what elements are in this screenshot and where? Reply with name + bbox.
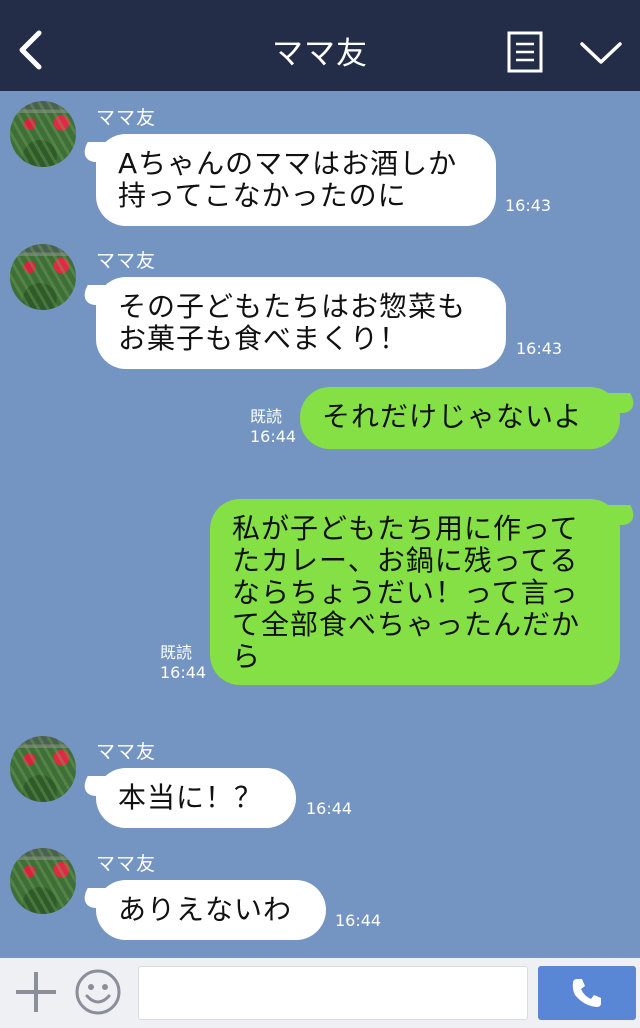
- message-line: て全部食べちゃったんだか: [232, 608, 581, 641]
- sender-name: ママ友: [96, 853, 157, 875]
- message-time: 16:44: [250, 427, 297, 446]
- message-bubble[interactable]: 本当に！？: [96, 768, 296, 828]
- read-label: 既読: [250, 407, 283, 426]
- message-time: 16:43: [516, 339, 563, 358]
- message-time: 16:44: [335, 911, 382, 930]
- chat-title: ママ友: [272, 36, 368, 72]
- read-receipt: 既読 16:44: [250, 407, 296, 447]
- input-bar: [0, 958, 640, 1028]
- message-line: ら: [232, 640, 262, 673]
- message-bubble[interactable]: 私が子どもたち用に作って それだけじゃないよ: [300, 387, 620, 449]
- sender-name: ママ友: [96, 250, 157, 272]
- avatar[interactable]: [10, 101, 76, 167]
- plus-icon: [16, 972, 56, 1012]
- message-time: 16:44: [160, 663, 207, 682]
- message-time: 16:44: [306, 799, 353, 818]
- message-bubble[interactable]: ありえないわ: [96, 880, 326, 940]
- message-bubble[interactable]: Aちゃんのママはお酒しか 持ってこなかったのに: [96, 134, 496, 226]
- avatar[interactable]: [10, 244, 76, 310]
- message-input[interactable]: [138, 966, 528, 1020]
- read-receipt: 既読 16:44: [160, 643, 206, 683]
- call-button[interactable]: [538, 966, 636, 1020]
- message-time: 16:43: [505, 196, 552, 215]
- avatar[interactable]: [10, 848, 76, 914]
- smiley-icon: [75, 969, 121, 1015]
- message-line: お菓子も食べまくり！: [118, 322, 409, 355]
- sender-name: ママ友: [96, 107, 157, 129]
- emoji-button[interactable]: [74, 968, 122, 1016]
- message-line: ありえないわ: [118, 893, 293, 926]
- avatar[interactable]: [10, 736, 76, 802]
- menu-lines-icon: [507, 31, 543, 73]
- message-line: Aちゃんのママはお酒しか: [118, 147, 458, 180]
- message-bubble[interactable]: 私が子どもたち用に作って たカレー、お鍋に残ってる ならちょうだい！って言っ て…: [210, 499, 620, 685]
- phone-icon: [572, 979, 601, 1007]
- add-button[interactable]: [14, 970, 58, 1014]
- message-line: 本当に！？: [118, 781, 264, 814]
- message-bubble[interactable]: その子どもたちはお惣菜も お菓子も食べまくり！: [96, 277, 506, 369]
- chevron-down-icon: [580, 42, 622, 64]
- message-line: 私が子どもたち用に作って: [232, 512, 579, 545]
- collapse-button[interactable]: [578, 36, 624, 70]
- message-list[interactable]: ママ友 Aちゃんのママはお酒しか 持ってこなかったのに 16:43 ママ友 その…: [0, 91, 640, 958]
- message-line: それだけじゃないよ: [322, 400, 583, 433]
- read-label: 既読: [160, 643, 193, 662]
- message-line: その子どもたちはお惣菜も: [118, 290, 467, 323]
- chat-header: ママ友: [0, 0, 640, 91]
- message-line: たカレー、お鍋に残ってる: [232, 544, 579, 577]
- message-line: ならちょうだい！って言っ: [232, 576, 579, 609]
- sender-name: ママ友: [96, 741, 157, 763]
- menu-button[interactable]: [507, 31, 543, 73]
- message-line: 持ってこなかったのに: [118, 179, 407, 212]
